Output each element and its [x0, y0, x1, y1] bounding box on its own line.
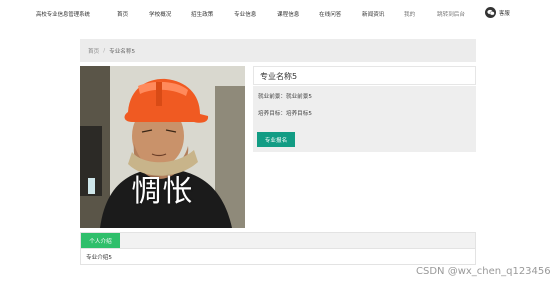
apply-major-button[interactable]: 专业报名: [257, 132, 295, 147]
major-title: 专业名称5: [260, 72, 298, 81]
tab-content: 专业介绍5: [80, 249, 476, 265]
top-navbar: 高校专业信息管理系统 首页 学校概况 招生政策 专业信息 课程信息 在线问答 新…: [0, 0, 554, 28]
goal-line: 培养目标：培养目标5: [258, 109, 312, 117]
nav-item-admission-policy[interactable]: 招生政策: [191, 10, 213, 18]
nav-item-course-info[interactable]: 课程信息: [277, 10, 299, 18]
employment-line: 就业前景：就业前景5: [258, 92, 312, 100]
nav-item-school-overview[interactable]: 学校概况: [149, 10, 171, 18]
major-title-box: 专业名称5: [253, 66, 476, 85]
breadcrumb-separator: /: [103, 47, 106, 54]
tab-introduction[interactable]: 个人介绍: [81, 233, 120, 248]
major-introduction-text: 专业介绍5: [86, 255, 112, 261]
nav-item-online-qa[interactable]: 在线问答: [319, 10, 341, 18]
nav-item-admin[interactable]: 跳转到后台: [437, 10, 465, 18]
employment-value: 就业前景5: [285, 94, 312, 100]
nav-item-mine[interactable]: 我的: [404, 10, 415, 18]
nav-item-news[interactable]: 新闻资讯: [362, 10, 384, 18]
employment-label: 就业前景：: [258, 94, 286, 100]
wechat-label: 客服: [499, 10, 510, 17]
nav-item-home[interactable]: 首页: [117, 10, 128, 18]
major-info-panel: 就业前景：就业前景5 培养目标：培养目标5 专业报名: [253, 86, 476, 152]
goal-value: 培养目标5: [285, 111, 312, 117]
wechat-icon: [485, 7, 496, 18]
breadcrumb: 首页 / 专业名称5: [80, 39, 476, 62]
goal-label: 培养目标：: [258, 111, 286, 117]
site-brand[interactable]: 高校专业信息管理系统: [36, 10, 90, 18]
detail-tabs: 个人介绍: [80, 232, 476, 249]
csdn-watermark: CSDN @wx_chen_q123456: [416, 266, 551, 277]
wechat-service[interactable]: 客服: [485, 7, 510, 18]
breadcrumb-current: 专业名称5: [109, 48, 136, 55]
breadcrumb-home[interactable]: 首页: [88, 47, 99, 55]
photo-caption: 惆怅: [131, 174, 194, 209]
nav-item-major-info[interactable]: 专业信息: [234, 10, 256, 18]
major-photo: 惆怅: [80, 66, 245, 228]
